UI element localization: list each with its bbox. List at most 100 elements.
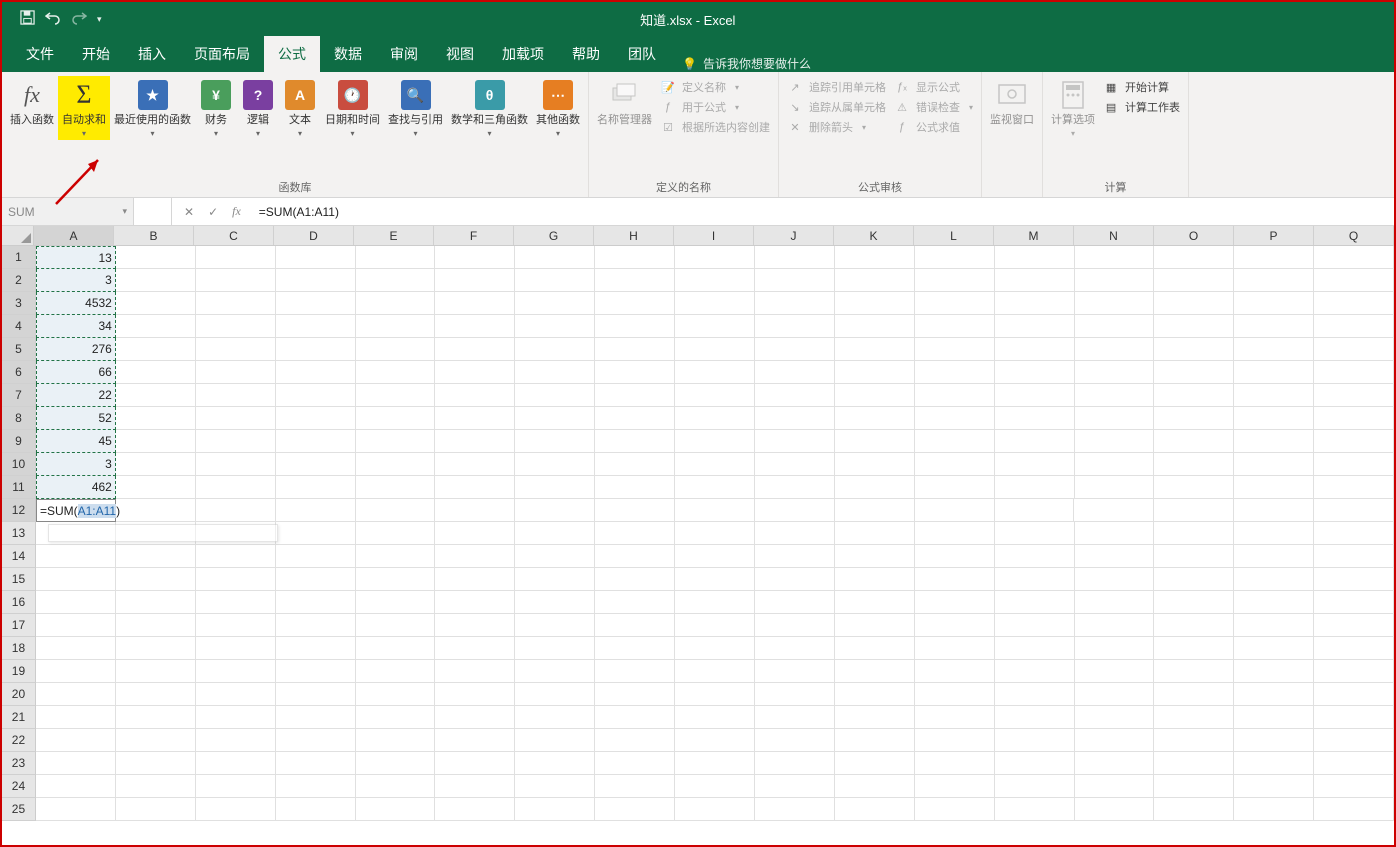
cell[interactable] <box>1075 292 1155 315</box>
cell[interactable] <box>356 775 436 798</box>
cell[interactable] <box>1314 269 1394 292</box>
row-header[interactable]: 22 <box>2 729 36 752</box>
cell[interactable] <box>196 361 276 384</box>
cell[interactable] <box>595 637 675 660</box>
cell[interactable]: 462 <box>36 476 116 499</box>
cell[interactable] <box>36 775 116 798</box>
cell[interactable] <box>835 729 915 752</box>
cell[interactable]: =SUM(A1:A11) <box>36 499 116 522</box>
cell[interactable] <box>1314 591 1394 614</box>
cell[interactable] <box>1154 246 1234 269</box>
cell[interactable] <box>995 292 1075 315</box>
row-header[interactable]: 20 <box>2 683 36 706</box>
cell[interactable] <box>1075 453 1155 476</box>
cell[interactable] <box>1234 407 1314 430</box>
cell[interactable] <box>1154 637 1234 660</box>
row-header[interactable]: 11 <box>2 476 36 499</box>
show-formulas-button[interactable]: ƒₓ 显示公式 <box>894 78 973 96</box>
cell[interactable] <box>515 614 595 637</box>
cell[interactable] <box>675 338 755 361</box>
cell[interactable] <box>116 706 196 729</box>
name-box[interactable]: SUM ▾ <box>2 198 134 225</box>
cell[interactable] <box>356 522 436 545</box>
cell[interactable] <box>1314 568 1394 591</box>
cell[interactable] <box>1154 315 1234 338</box>
cell[interactable] <box>835 430 915 453</box>
cell[interactable] <box>36 752 116 775</box>
cell[interactable] <box>1154 683 1234 706</box>
cell[interactable] <box>755 315 835 338</box>
cell[interactable] <box>755 683 835 706</box>
tab-data[interactable]: 数据 <box>320 36 376 72</box>
cell[interactable] <box>515 798 595 821</box>
cell[interactable] <box>276 683 356 706</box>
cell[interactable] <box>1154 407 1234 430</box>
cell[interactable] <box>915 476 995 499</box>
row-header[interactable]: 7 <box>2 384 36 407</box>
cell[interactable] <box>515 292 595 315</box>
cell[interactable] <box>835 568 915 591</box>
row-header[interactable]: 24 <box>2 775 36 798</box>
cell[interactable] <box>915 361 995 384</box>
col-header[interactable]: K <box>834 226 914 245</box>
cell[interactable] <box>1314 499 1394 522</box>
cell[interactable] <box>1154 545 1234 568</box>
cell[interactable] <box>196 384 276 407</box>
error-checking-button[interactable]: ⚠ 错误检查▾ <box>894 98 973 116</box>
cell[interactable] <box>356 591 436 614</box>
cell[interactable] <box>116 614 196 637</box>
col-header[interactable]: A <box>34 226 114 245</box>
cell[interactable] <box>36 545 116 568</box>
cell[interactable] <box>1234 614 1314 637</box>
cell[interactable] <box>995 453 1075 476</box>
lookup-button[interactable]: 🔍 查找与引用 ▾ <box>384 76 447 140</box>
cell[interactable] <box>755 361 835 384</box>
cell[interactable] <box>595 568 675 591</box>
cell[interactable] <box>915 683 995 706</box>
cell[interactable] <box>435 729 515 752</box>
cell[interactable] <box>835 637 915 660</box>
undo-icon[interactable] <box>45 11 61 28</box>
cell[interactable] <box>755 453 835 476</box>
cell[interactable] <box>36 729 116 752</box>
cell[interactable]: 276 <box>36 338 116 361</box>
row-header[interactable]: 14 <box>2 545 36 568</box>
cell[interactable] <box>995 683 1075 706</box>
cell[interactable] <box>1154 338 1234 361</box>
cell[interactable] <box>196 706 276 729</box>
cell[interactable] <box>915 729 995 752</box>
cell[interactable] <box>755 706 835 729</box>
cell[interactable] <box>915 591 995 614</box>
cell[interactable] <box>1075 476 1155 499</box>
cell[interactable] <box>116 752 196 775</box>
cell[interactable] <box>915 384 995 407</box>
cell[interactable] <box>116 338 196 361</box>
cell[interactable] <box>595 292 675 315</box>
cell[interactable] <box>995 522 1075 545</box>
cell[interactable] <box>835 476 915 499</box>
cell[interactable] <box>1314 752 1394 775</box>
cell[interactable] <box>675 798 755 821</box>
cell[interactable] <box>356 729 436 752</box>
cell[interactable] <box>356 683 436 706</box>
cell[interactable] <box>116 407 196 430</box>
cell[interactable] <box>1314 798 1394 821</box>
cell[interactable] <box>1154 522 1234 545</box>
cell[interactable] <box>435 545 515 568</box>
cell[interactable] <box>356 384 436 407</box>
calc-options-button[interactable]: 计算选项 ▾ <box>1047 76 1099 140</box>
cell[interactable] <box>675 775 755 798</box>
cell[interactable] <box>435 614 515 637</box>
cell[interactable] <box>995 706 1075 729</box>
cell[interactable]: 34 <box>36 315 116 338</box>
cell[interactable]: 45 <box>36 430 116 453</box>
cell[interactable] <box>36 637 116 660</box>
cell[interactable] <box>835 453 915 476</box>
cell[interactable] <box>675 361 755 384</box>
redo-icon[interactable] <box>71 11 87 28</box>
cell[interactable] <box>1154 430 1234 453</box>
name-manager-button[interactable]: 名称管理器 <box>593 76 656 129</box>
cell[interactable] <box>595 775 675 798</box>
cell[interactable] <box>1075 545 1155 568</box>
cell[interactable] <box>435 591 515 614</box>
